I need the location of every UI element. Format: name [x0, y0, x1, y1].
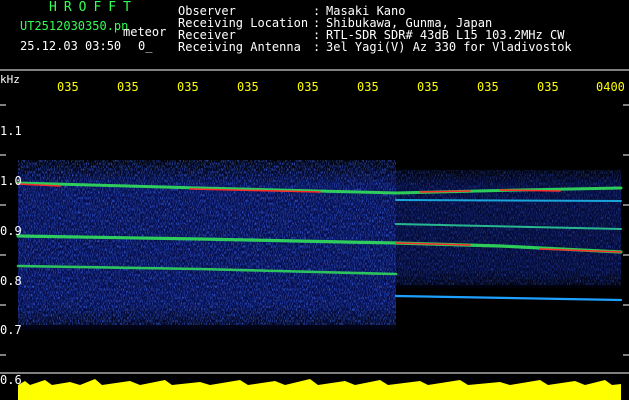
time-tick: 035	[357, 80, 379, 94]
y-axis-unit: kHz	[0, 73, 20, 86]
freq-tick: 0.8	[0, 274, 22, 288]
trace-0960	[395, 199, 622, 202]
trace-0770	[394, 294, 623, 302]
detection-count: 0_	[138, 39, 153, 53]
amplitude-spikes	[18, 379, 621, 385]
amplitude-strip	[18, 385, 621, 400]
antenna-colon: :	[313, 40, 321, 54]
time-tick: 035	[57, 80, 79, 94]
freq-tick: 0.7	[0, 323, 22, 337]
antenna-label: Receiving Antenna	[178, 40, 301, 54]
time-tick: 035	[417, 80, 439, 94]
capture-datetime: 25.12.03 03:50	[20, 39, 122, 53]
time-tick: 035	[117, 80, 139, 94]
time-tick: 035	[537, 80, 559, 94]
antenna-value: 3el Yagi(V) Az 330 for Vladivostok	[326, 40, 572, 54]
freq-tick: 1.1	[0, 124, 22, 138]
image-filename: UT2512030350.pn	[20, 19, 129, 33]
time-tick: 035	[297, 80, 319, 94]
freq-tick: 0.9	[0, 224, 22, 238]
overlay-label: meteor	[123, 25, 167, 39]
time-tick: 035	[477, 80, 499, 94]
spectrogram	[0, 69, 629, 400]
time-tick: 0400	[596, 80, 625, 94]
brand-title: HROFFT	[49, 0, 138, 15]
freq-tick: 1.0	[0, 174, 22, 188]
freq-tick: 0.6	[0, 373, 22, 387]
time-tick: 035	[177, 80, 199, 94]
time-tick: 035	[237, 80, 259, 94]
